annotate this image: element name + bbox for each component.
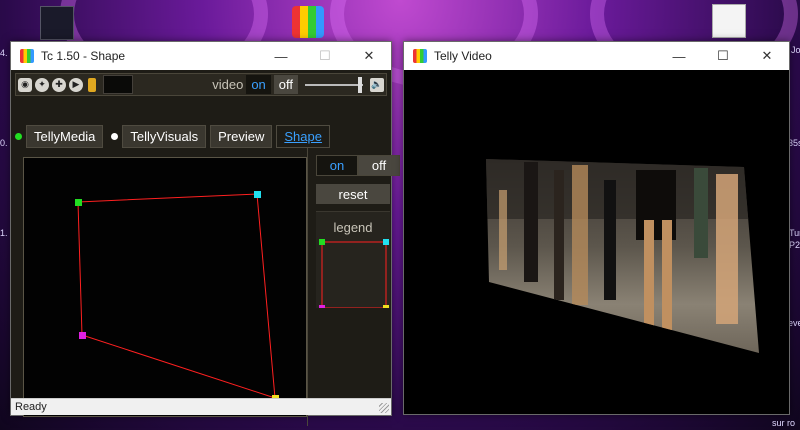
shape-outline [77, 193, 276, 399]
media-icon[interactable]: ▶ [69, 77, 83, 92]
legend-panel: legend [316, 211, 390, 308]
desktop-edge-text-right-3: Tur [789, 228, 800, 238]
twitter-icon[interactable]: ✦ [35, 77, 49, 92]
status-text: Ready [15, 401, 47, 413]
handle-bottom-left[interactable] [79, 332, 86, 339]
tab-preview[interactable]: Preview [210, 124, 273, 148]
status-bar: Ready [11, 398, 391, 415]
desktop-video-file-icon[interactable] [40, 6, 74, 40]
desktop-edge-text-right-6: sur ro [772, 418, 796, 428]
video-on-button[interactable]: on [246, 75, 271, 94]
shape-off-button[interactable]: off [358, 155, 400, 176]
telly-app-icon [20, 49, 34, 63]
control-window-title: Tc 1.50 - Shape [41, 49, 126, 63]
warped-video-frame [486, 159, 759, 353]
tab-tellyvisuals[interactable]: TellyVisuals [122, 124, 207, 148]
video-window-title: Telly Video [434, 49, 492, 63]
tab-bar: TellyMedia TellyVisuals Preview Shape [15, 124, 330, 148]
instagram-icon[interactable]: ◉ [18, 77, 32, 92]
desktop-edge-text-right-4: P2 [789, 240, 800, 250]
telly-video-app-icon [413, 49, 427, 63]
volume-slider-knob[interactable] [358, 76, 363, 93]
legend-handle-bottom-right [383, 305, 389, 308]
tellyvisuals-indicator [111, 132, 119, 140]
top-toolbar: ◉ ✦ ✚ ▶ video on off 🔈 [15, 73, 387, 96]
video-close-button[interactable]: ✕ [745, 42, 789, 70]
desktop-document-icon[interactable] [712, 4, 746, 38]
legend-outline [321, 241, 387, 308]
shape-onoff-toggle: on off [316, 155, 400, 176]
shape-side-panel: on off reset legend [307, 148, 400, 426]
volume-slider[interactable] [305, 76, 363, 93]
legend-handle-top-right [383, 239, 389, 245]
shape-on-button[interactable]: on [316, 155, 358, 176]
control-titlebar[interactable]: Tc 1.50 - Shape — ☐ ✕ [11, 42, 391, 70]
tab-shape[interactable]: Shape [276, 124, 330, 148]
telly-control-window: Tc 1.50 - Shape — ☐ ✕ ◉ ✦ ✚ ▶ video on o… [10, 41, 400, 426]
minimize-button[interactable]: — [259, 42, 303, 70]
video-minimize-button[interactable]: — [657, 42, 701, 70]
legend-svg [319, 239, 389, 308]
handle-top-left[interactable] [75, 199, 82, 206]
video-label: video [212, 77, 244, 92]
preview-swatch[interactable] [103, 75, 133, 94]
desktop-telly-app-icon[interactable] [292, 6, 324, 38]
tellymedia-indicator [15, 132, 22, 140]
close-button[interactable]: ✕ [347, 42, 391, 70]
shape-editor-canvas[interactable] [23, 157, 307, 417]
video-surface[interactable] [404, 70, 789, 414]
speaker-icon[interactable]: 🔈 [370, 77, 384, 92]
video-titlebar[interactable]: Telly Video — ☐ ✕ [404, 42, 789, 70]
maximize-button[interactable]: ☐ [303, 42, 347, 70]
control-body: ◉ ✦ ✚ ▶ video on off 🔈 TellyMedia TellyV… [11, 70, 400, 426]
desktop-edge-text-left-1: 4. [0, 48, 8, 58]
desktop-edge-text-left-2: 0. [0, 138, 8, 148]
legend-handle-bottom-left [319, 305, 325, 308]
battery-icon [88, 77, 96, 92]
desktop-edge-text-left-3: 1. [0, 228, 8, 238]
telly-video-window: Telly Video — ☐ ✕ [403, 41, 790, 415]
legend-handle-top-left [319, 239, 325, 245]
resize-grip[interactable] [379, 403, 389, 413]
reset-button[interactable]: reset [316, 184, 390, 204]
shape-editor-svg [75, 191, 279, 402]
handle-top-right[interactable] [254, 191, 261, 198]
video-off-button[interactable]: off [273, 75, 298, 94]
web-icon[interactable]: ✚ [52, 77, 66, 92]
tab-tellymedia[interactable]: TellyMedia [26, 124, 104, 148]
desktop-edge-text-right-1: Jo [791, 45, 800, 55]
video-maximize-button[interactable]: ☐ [701, 42, 745, 70]
